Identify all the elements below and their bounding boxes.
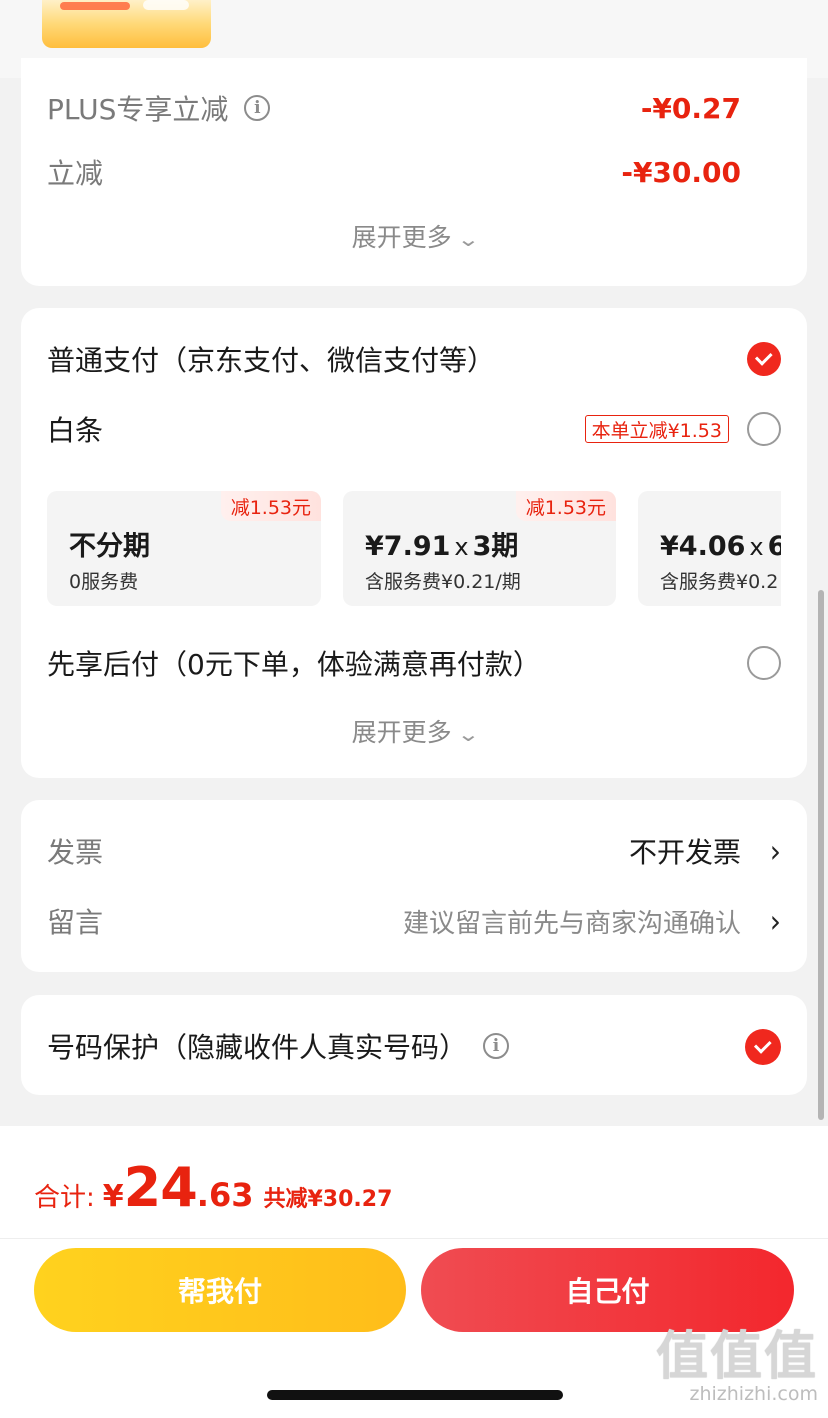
baitiao-radio-icon[interactable] bbox=[747, 412, 781, 446]
help-pay-button[interactable]: 帮我付 bbox=[34, 1248, 406, 1332]
plus-discount-value: -¥0.27 bbox=[640, 91, 741, 125]
total-saved: 共减¥30.27 bbox=[263, 1187, 393, 1212]
normal-pay-label: 普通支付（京东支付、微信支付等） bbox=[47, 344, 496, 377]
total-price: 合计: ¥ 24 .63 共减¥30.27 bbox=[34, 1156, 392, 1219]
plan-title: ¥4.06x6期 bbox=[660, 524, 781, 563]
invoice-value: 不开发票 bbox=[628, 836, 741, 869]
product-thumbnail[interactable] bbox=[42, 0, 211, 48]
chevron-right-icon: › bbox=[769, 902, 781, 940]
self-pay-button[interactable]: 自己付 bbox=[421, 1248, 794, 1332]
pay-later-option[interactable]: 先享后付（0元下单，体验满意再付款） bbox=[47, 642, 781, 684]
plan-multiplier: x bbox=[454, 533, 469, 561]
plan-discount-badge: 减1.53元 bbox=[515, 491, 616, 521]
plan-no-installment[interactable]: 减1.53元 不分期 0服务费 bbox=[47, 491, 321, 606]
divider bbox=[0, 1238, 828, 1239]
expand-more-discounts[interactable]: 展开更多 ⌄ bbox=[21, 218, 807, 254]
plan-amount: ¥4.06 bbox=[660, 531, 746, 562]
plan-fee: 含服务费¥0.21/期 bbox=[365, 571, 521, 593]
installment-plans: 减1.53元 不分期 0服务费 减1.53元 ¥7.91 x 3期 含服务费¥0.2… bbox=[47, 491, 781, 606]
message-row[interactable]: 留言 建议留言前先与商家沟通确认 › bbox=[47, 900, 781, 942]
plan-multiplier: x bbox=[749, 533, 764, 561]
plan-periods: 3期 bbox=[472, 531, 519, 562]
normal-pay-option[interactable]: 普通支付（京东支付、微信支付等） bbox=[47, 338, 781, 380]
message-placeholder[interactable]: 建议留言前先与商家沟通确认 bbox=[403, 903, 741, 940]
plan-3-installments[interactable]: 减1.53元 ¥7.91 x 3期 含服务费¥0.21/期 bbox=[343, 491, 616, 606]
invoice-row[interactable]: 发票 不开发票 › bbox=[47, 830, 781, 872]
info-icon[interactable]: i bbox=[483, 1033, 510, 1059]
scrollbar[interactable] bbox=[818, 590, 824, 1120]
invoice-message-card: 发票 不开发票 › 留言 建议留言前先与商家沟通确认 › bbox=[21, 800, 807, 972]
baitiao-label: 白条 bbox=[47, 414, 104, 447]
plan-fee: 0服务费 bbox=[69, 571, 139, 593]
instant-discount-value: -¥30.00 bbox=[621, 155, 741, 189]
number-protection-card: 号码保护（隐藏收件人真实号码） i bbox=[21, 995, 807, 1095]
chevron-down-icon: ⌄ bbox=[456, 227, 480, 251]
plan-periods: 6期 bbox=[767, 531, 781, 562]
watermark-logo: 值值值 bbox=[655, 1327, 818, 1387]
number-protection-checked-icon[interactable] bbox=[745, 1029, 781, 1065]
plan-discount-badge: 减1.53元 bbox=[220, 491, 321, 521]
expand-more-label: 展开更多 bbox=[351, 718, 452, 747]
plan-amount: ¥7.91 bbox=[365, 531, 451, 562]
currency-symbol: ¥ bbox=[102, 1179, 124, 1214]
instant-discount-label: 立减 bbox=[47, 157, 104, 190]
message-label: 留言 bbox=[47, 906, 104, 939]
discount-card: PLUS专享立减 i -¥0.27 立减 -¥30.00 展开更多 ⌄ bbox=[21, 58, 807, 286]
expand-more-label: 展开更多 bbox=[351, 223, 452, 252]
info-icon[interactable]: i bbox=[244, 95, 271, 121]
total-label: 合计: bbox=[34, 1183, 95, 1213]
expand-more-payments[interactable]: 展开更多 ⌄ bbox=[21, 713, 807, 749]
plan-title: 不分期 bbox=[69, 531, 150, 562]
chevron-down-icon: ⌄ bbox=[456, 722, 480, 746]
normal-pay-checked-icon[interactable] bbox=[747, 342, 781, 376]
home-indicator[interactable] bbox=[267, 1390, 563, 1400]
checkout-bar: 合计: ¥ 24 .63 共减¥30.27 帮我付 自己付 值值值 zhizhi… bbox=[0, 1126, 828, 1418]
instant-discount-row: 立减 -¥30.00 bbox=[47, 152, 781, 192]
plan-fee: 含服务费¥0.2 bbox=[660, 571, 779, 593]
watermark: 值值值 zhizhizhi.com bbox=[656, 1331, 818, 1405]
chevron-right-icon: › bbox=[769, 832, 781, 870]
invoice-label: 发票 bbox=[47, 836, 104, 869]
baitiao-promo-badge: 本单立减¥1.53 bbox=[584, 415, 729, 443]
plan-6-installments[interactable]: ¥4.06x6期 含服务费¥0.2 bbox=[638, 491, 781, 606]
payment-method-card: 普通支付（京东支付、微信支付等） 白条 本单立减¥1.53 减1.53元 不分期… bbox=[21, 308, 807, 778]
pay-later-radio-icon[interactable] bbox=[747, 646, 781, 680]
total-integer: 24 bbox=[123, 1156, 198, 1219]
plan-title: ¥7.91 x 3期 bbox=[365, 524, 518, 563]
total-decimal: .63 bbox=[196, 1176, 254, 1214]
pay-later-label: 先享后付（0元下单，体验满意再付款） bbox=[47, 648, 541, 681]
number-protection-row[interactable]: 号码保护（隐藏收件人真实号码） i bbox=[47, 1025, 781, 1067]
plus-discount-label: PLUS专享立减 bbox=[47, 93, 229, 126]
number-protection-label: 号码保护（隐藏收件人真实号码） bbox=[47, 1031, 468, 1064]
plus-discount-row: PLUS专享立减 i -¥0.27 bbox=[47, 88, 781, 128]
